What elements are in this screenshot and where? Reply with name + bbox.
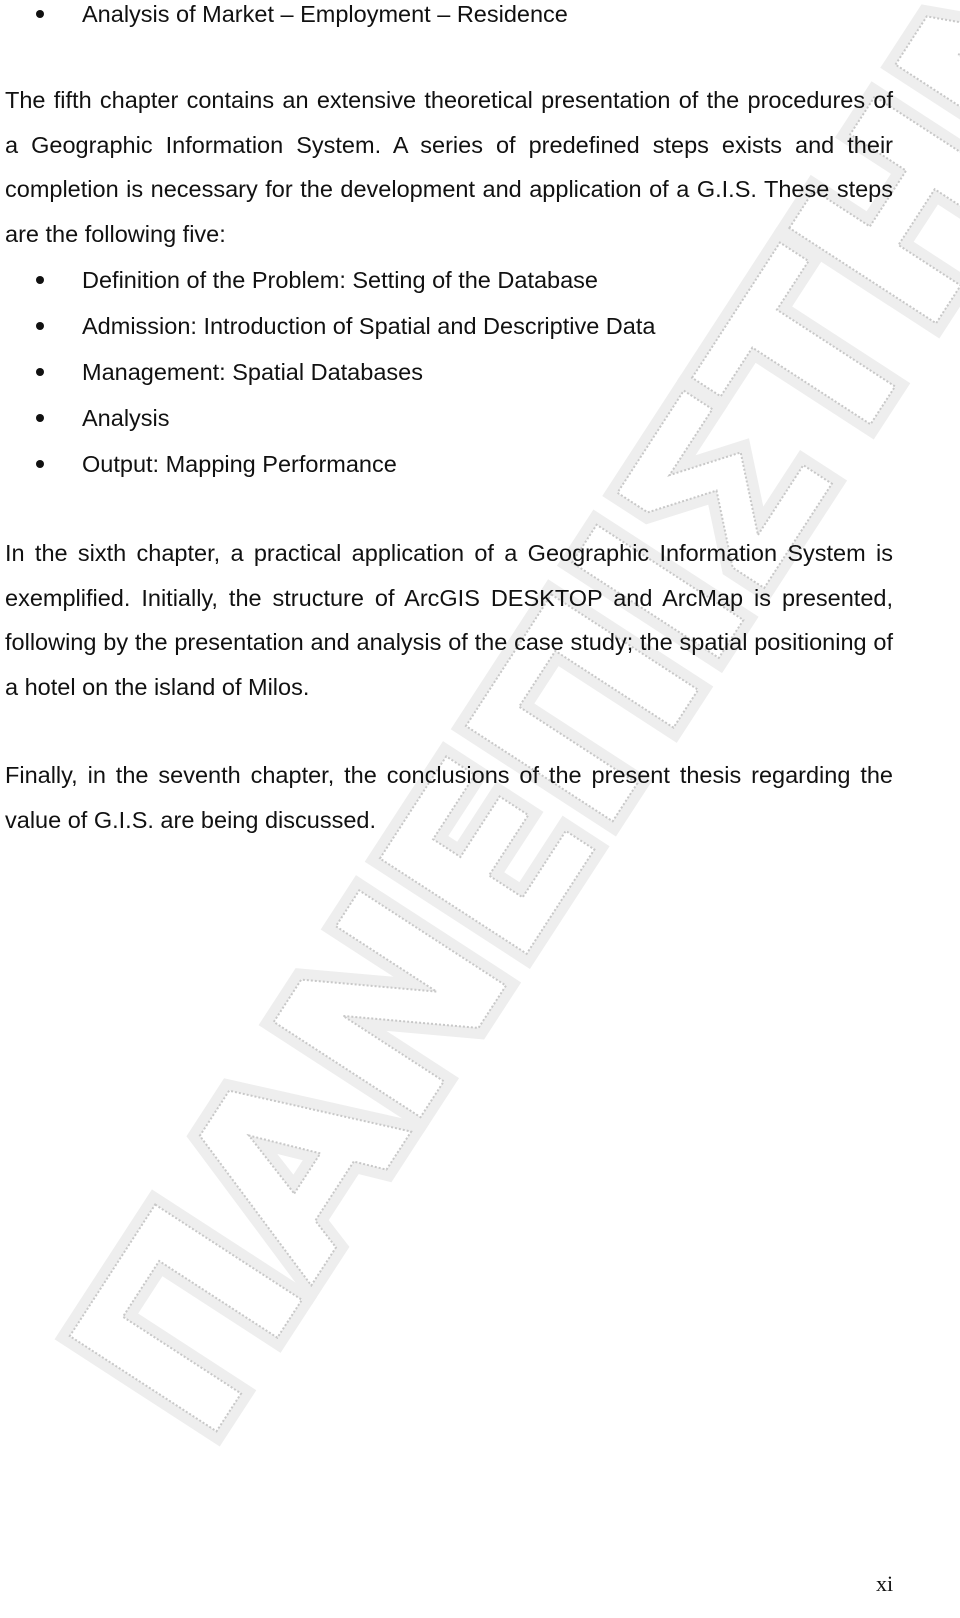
list-item-text: Management: Spatial Databases	[82, 358, 423, 385]
list-item-text: Analysis of Market – Employment – Reside…	[82, 0, 568, 27]
list-item-text: Definition of the Problem: Setting of th…	[82, 266, 599, 293]
bullet-icon	[36, 10, 44, 18]
list-item-text: Analysis	[82, 404, 170, 431]
bullet-icon	[36, 414, 44, 422]
list-item-text: Output: Mapping Performance	[82, 450, 397, 477]
paragraph-seventh-chapter: Finally, in the seventh chapter, the con…	[5, 762, 893, 833]
page-number: xi	[876, 1571, 894, 1596]
list-item-text: Admission: Introduction of Spatial and D…	[82, 312, 656, 339]
bullet-icon	[36, 276, 44, 284]
bullet-icon	[36, 322, 44, 330]
paragraph-sixth-chapter: In the sixth chapter, a practical applic…	[5, 540, 893, 700]
bullet-icon	[36, 368, 44, 376]
paragraph-fifth-chapter: The fifth chapter contains an extensive …	[5, 87, 893, 247]
bullet-icon	[36, 460, 44, 468]
